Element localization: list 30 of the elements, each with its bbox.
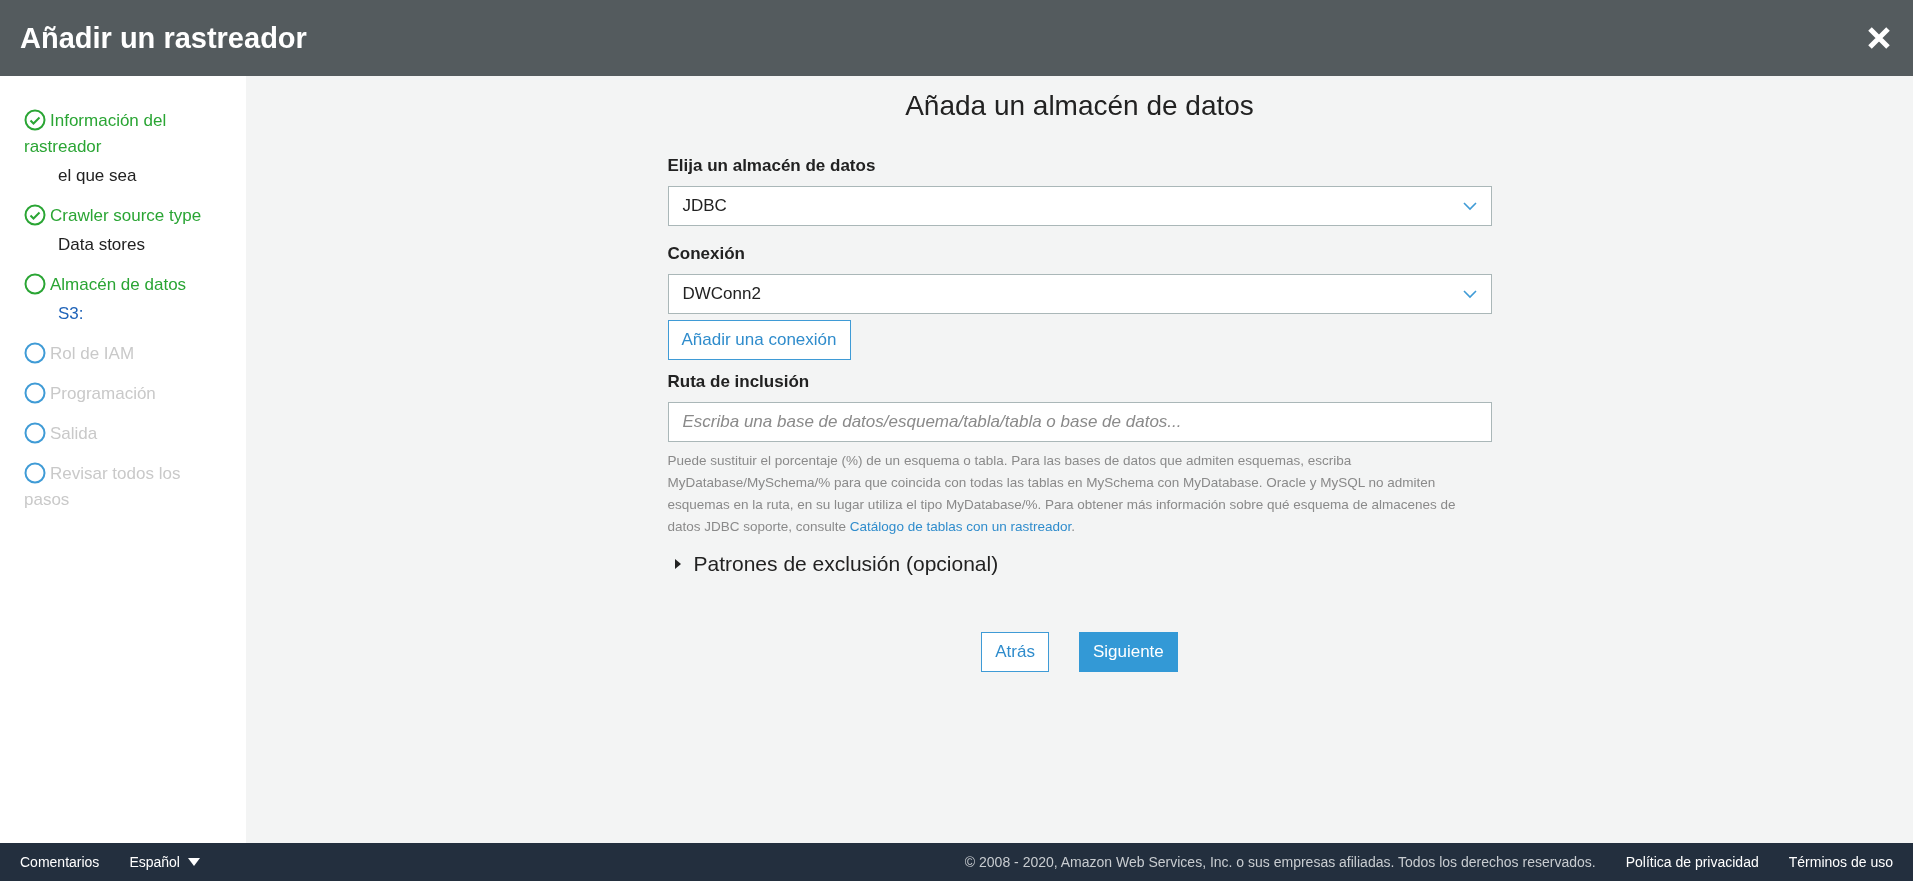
- field-label: Conexión: [667, 244, 746, 264]
- window-title: Añadir un rastreador: [20, 21, 307, 55]
- close-icon: [1867, 26, 1891, 50]
- step-detail: Data stores: [58, 234, 146, 256]
- caret-right-icon: [673, 559, 682, 569]
- step-detail: S3:: [58, 303, 85, 325]
- help-text: Puede sustituir el porcentaje (%) de un esquema o tabla. Para las bases de datos que admiten esquemas, escriba MyDatabase/MySchema/% para que coincida con todas las tablas en MySchema con MyDatabase. Oracle y MySQL no admiten esquemas en la ruta, en su lugar utiliza el tipo MyDatabase/%. Para obtener más información sobre qué esquema de almacenes de datos JDBC soporte, consulte Catálogo de tablas con un rastreador.: [667, 452, 1457, 536]
- field-label: Elija un almacén de datos: [667, 156, 877, 176]
- terms-link[interactable]: Términos de uso: [1788, 854, 1893, 870]
- chevron-down-icon: [1462, 289, 1477, 299]
- field-label: Ruta de inclusión: [667, 372, 811, 392]
- step-detail: el que sea: [58, 165, 138, 187]
- caret-down-icon: [187, 858, 200, 866]
- feedback-link[interactable]: Comentarios: [20, 854, 100, 870]
- page-title: Añada un almacén de datos: [905, 90, 1254, 122]
- copyright-text: © 2008 - 2020, Amazon Web Services, Inc. o sus empresas afiliadas. Todos los derechos reservados.: [964, 854, 1596, 870]
- step-link[interactable]: Información del rastreador: [24, 108, 206, 160]
- back-button[interactable]: Atrás: [981, 632, 1049, 672]
- add-connection-button[interactable]: Añadir una conexión: [667, 320, 851, 360]
- next-button[interactable]: Siguiente: [1078, 632, 1178, 672]
- help-link[interactable]: Catálogo de tablas con un rastreador: [849, 519, 1072, 534]
- include-path-field[interactable]: Escriba una base de datos/esquema/tabla/tabla o base de datos...: [667, 402, 1492, 442]
- exclusion-expander[interactable]: Patrones de exclusión (opcional): [673, 552, 999, 576]
- connection-select[interactable]: DWConn2: [667, 274, 1492, 314]
- step-link[interactable]: Almacén de datos: [24, 272, 206, 298]
- store-select[interactable]: JDBC: [667, 186, 1492, 226]
- chevron-down-icon: [1462, 201, 1477, 211]
- privacy-link[interactable]: Política de privacidad: [1625, 854, 1759, 870]
- step-link[interactable]: Crawler source type: [24, 203, 206, 229]
- language-selector[interactable]: Español: [129, 854, 200, 870]
